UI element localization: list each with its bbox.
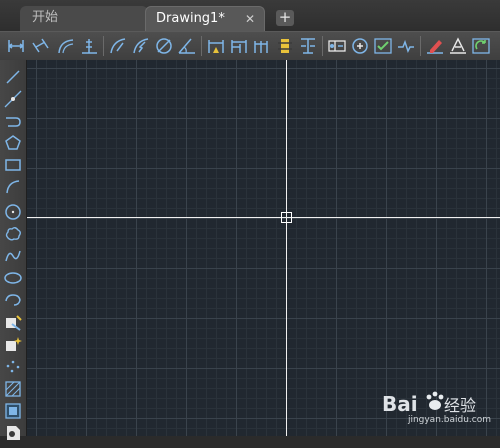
ellipse-icon[interactable] [2,267,24,289]
toolbar-separator [201,36,202,56]
inspection-icon[interactable] [372,35,394,57]
quick-dimension-icon[interactable] [205,35,227,57]
tab-drawing1-label: Drawing1* [156,11,225,26]
diameter-dimension-icon[interactable] [153,35,175,57]
dimension-break-icon[interactable] [297,35,319,57]
toolbar-separator [420,36,421,56]
center-mark-icon[interactable] [349,35,371,57]
aligned-dimension-icon[interactable] [30,35,52,57]
line-icon[interactable] [2,66,24,88]
ordinate-dimension-icon[interactable] [78,35,100,57]
dimension-toolbar [0,31,500,61]
jogged-linear-icon[interactable] [395,35,417,57]
cursor-pickbox [281,212,292,223]
linear-dimension-icon[interactable] [5,35,27,57]
hatch-icon[interactable] [2,378,24,400]
point-icon[interactable] [2,356,24,378]
region-icon[interactable] [2,422,24,444]
arc-length-dimension-icon[interactable] [55,35,77,57]
continue-dimension-icon[interactable] [251,35,273,57]
radius-dimension-icon[interactable] [107,35,129,57]
tab-start-label: 开始 [32,10,59,25]
baidu-jingyan-watermark: Bai 经验 jingyan.baidu.com [380,385,495,427]
create-block-icon[interactable] [2,334,24,356]
polyline-icon[interactable] [2,110,24,132]
angular-dimension-icon[interactable] [176,35,198,57]
ellipse-arc-icon[interactable] [2,289,24,311]
circle-icon[interactable] [2,201,24,223]
close-icon[interactable]: ✕ [244,13,256,25]
jogged-dimension-icon[interactable] [130,35,152,57]
rectangle-icon[interactable] [2,154,24,176]
document-tab-bar: 开始 Drawing1* ✕ + [0,0,500,31]
arc-icon[interactable] [2,176,24,198]
insert-block-icon[interactable] [2,312,24,334]
baseline-dimension-icon[interactable] [228,35,250,57]
construction-line-icon[interactable] [2,88,24,110]
spline-icon[interactable] [2,245,24,267]
dimension-edit-icon[interactable] [424,35,446,57]
tolerance-icon[interactable] [326,35,348,57]
crosshair-horizontal [27,217,500,218]
polygon-icon[interactable] [2,132,24,154]
crosshair-vertical [286,60,287,436]
watermark-site-label: jingyan.baidu.com [407,415,491,425]
dimension-text-edit-icon[interactable] [447,35,469,57]
svg-text:经验: 经验 [444,396,476,415]
toolbar-separator [322,36,323,56]
dimension-space-icon[interactable] [274,35,296,57]
toolbar-separator [103,36,104,56]
tab-start[interactable]: 开始 [20,6,148,31]
revision-cloud-icon[interactable] [2,223,24,245]
drawing-canvas[interactable] [27,60,500,436]
draw-toolbar [0,60,27,440]
tab-drawing1[interactable]: Drawing1* ✕ [145,6,265,31]
svg-text:Bai: Bai [382,392,418,416]
gradient-icon[interactable] [2,400,24,422]
dimension-update-icon[interactable] [470,35,492,57]
new-tab-button[interactable]: + [276,10,294,26]
